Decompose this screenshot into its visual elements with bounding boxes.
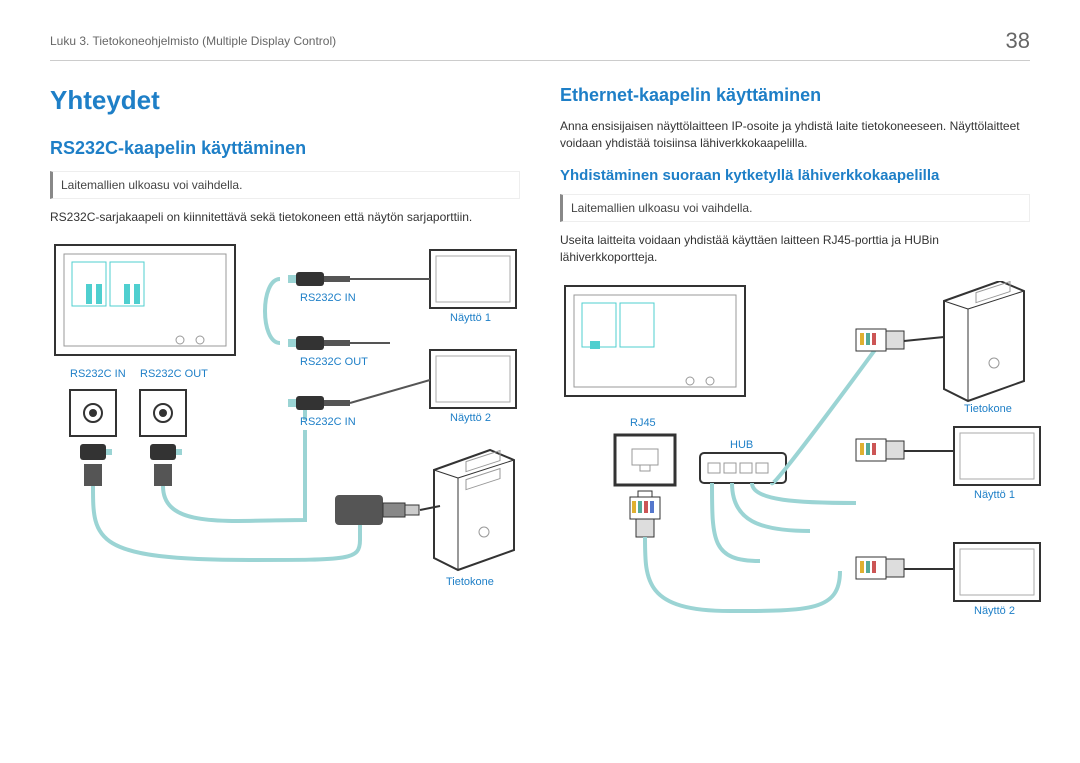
note-box-2: Laitemallien ulkoasu voi vaihdella.: [560, 194, 1030, 222]
label-hub: HUB: [730, 439, 753, 451]
ethernet-intro: Anna ensisijaisen näyttölaitteen IP-osoi…: [560, 118, 1030, 153]
subsection-rs232c: RS232C-kaapelin käyttäminen: [50, 138, 520, 159]
label-computer-r: Tietokone: [964, 403, 1012, 415]
label-monitor1-r: Näyttö 1: [974, 489, 1015, 501]
label-monitor2: Näyttö 2: [450, 412, 491, 424]
note-box: Laitemallien ulkoasu voi vaihdella.: [50, 171, 520, 199]
label-rs232c-out: RS232C OUT: [140, 368, 208, 380]
label-computer: Tietokone: [446, 576, 494, 588]
page-number: 38: [1006, 28, 1030, 54]
right-column: Ethernet-kaapelin käyttäminen Anna ensis…: [560, 85, 1030, 641]
section-title: Yhteydet: [50, 85, 520, 116]
subsection-ethernet: Ethernet-kaapelin käyttäminen: [560, 85, 1030, 106]
rs232c-diagram: RS232C IN RS232C OUT RS232C IN RS232C OU…: [50, 240, 520, 590]
ethernet-body: Useita laitteita voidaan yhdistää käyttä…: [560, 232, 1030, 267]
subsubsection-direct-lan: Yhdistäminen suoraan kytketyllä lähiverk…: [560, 167, 1030, 184]
label-rj45: RJ45: [630, 417, 656, 429]
breadcrumb: Luku 3. Tietokoneohjelmisto (Multiple Di…: [50, 34, 336, 48]
label-rs232c-in: RS232C IN: [70, 368, 126, 380]
label-rs232c-in-2: RS232C IN: [300, 292, 356, 304]
ethernet-diagram: RJ45 HUB Tietokone Näyttö 1 Näyttö 2: [560, 281, 1030, 641]
label-rs232c-out-2: RS232C OUT: [300, 356, 368, 368]
label-rs232c-in-3: RS232C IN: [300, 416, 356, 428]
left-column: Yhteydet RS232C-kaapelin käyttäminen Lai…: [50, 85, 520, 641]
label-monitor2-r: Näyttö 2: [974, 605, 1015, 617]
page-header: Luku 3. Tietokoneohjelmisto (Multiple Di…: [50, 28, 1030, 61]
ethernet-svg: [560, 281, 1050, 641]
body-text: RS232C-sarjakaapeli on kiinnitettävä sek…: [50, 209, 520, 226]
label-monitor1: Näyttö 1: [450, 312, 491, 324]
